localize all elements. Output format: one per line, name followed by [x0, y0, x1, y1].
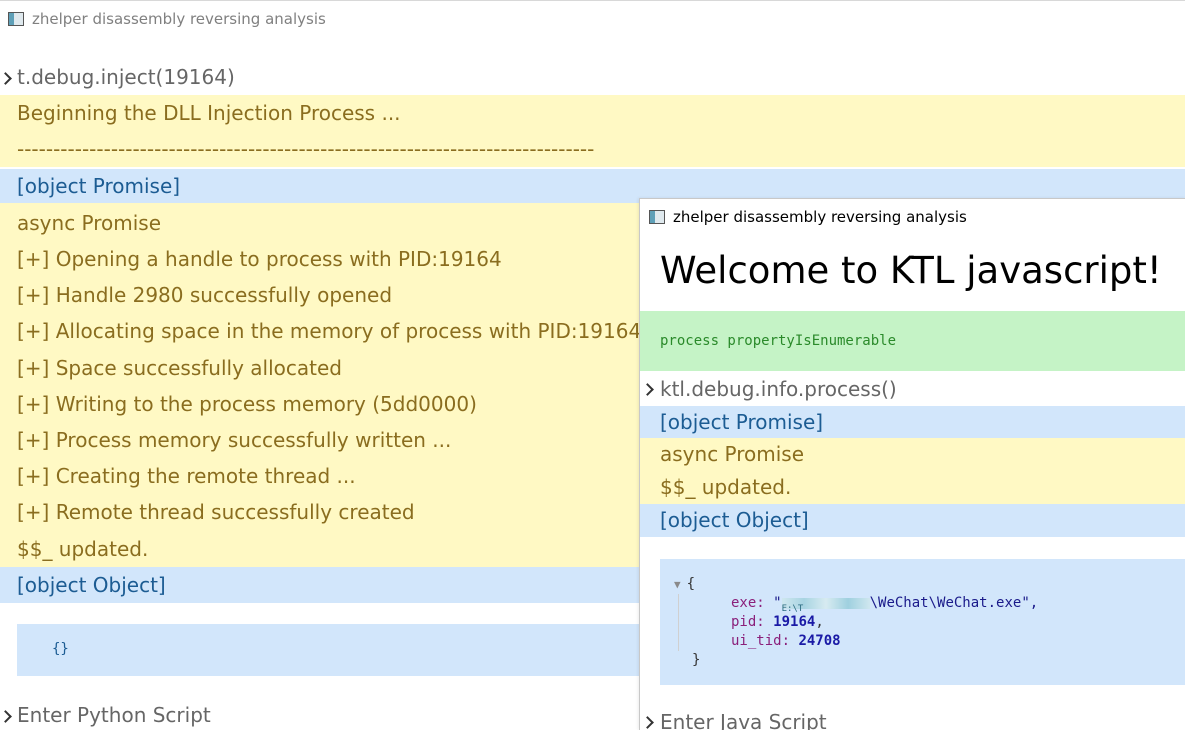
- redacted-text: E:\T: [781, 603, 804, 614]
- log-line: [+] Creating the remote thread ...: [17, 464, 356, 488]
- json-result: ▼{ exe: "E:\T \WeChat\WeChat.exe", pid: 1…: [660, 559, 1185, 685]
- injection-header-output: Beginning the DLL Injection Process ... …: [0, 95, 1185, 167]
- output-divider: ----------------------------------------…: [17, 137, 595, 161]
- log-line: async Promise: [17, 211, 162, 235]
- redacted-path: E:\T: [781, 597, 870, 614]
- prompt-chevron-icon: [641, 383, 654, 396]
- json-pid-line: pid: 19164,: [731, 613, 1038, 632]
- json-tid-line: ui_tid: 24708: [731, 632, 1038, 651]
- json-close-line: }: [674, 651, 1038, 670]
- properties-text: process propertyIsEnumerable: [660, 333, 897, 349]
- json-comma: ,: [815, 614, 824, 630]
- command-line: ktl.debug.info.process(): [640, 374, 1185, 404]
- log-line: [+] Process memory successfully written …: [17, 428, 452, 452]
- command-text[interactable]: t.debug.inject(19164): [17, 65, 235, 89]
- result-text: {}: [52, 641, 69, 657]
- object-text: [object Object]: [17, 573, 166, 597]
- window-titlebar: zhelper disassembly reversing analysis: [649, 208, 1185, 226]
- prompt-chevron-icon: [641, 716, 654, 729]
- json-number-value: 19164: [773, 614, 816, 630]
- json-string-value: \WeChat\WeChat.exe: [869, 595, 1022, 611]
- log-line: [+] Allocating space in the memory of pr…: [17, 319, 642, 343]
- app-icon: [649, 210, 665, 224]
- log-line: [+] Handle 2980 successfully opened: [17, 283, 393, 307]
- log-line: $$_ updated.: [17, 537, 149, 561]
- properties-output: process propertyIsEnumerable: [640, 311, 1185, 371]
- command-line: t.debug.inject(19164): [0, 63, 1185, 93]
- log-line: [+] Writing to the process memory (5dd00…: [17, 392, 477, 416]
- json-brace: {: [686, 576, 696, 592]
- log-line: $$_ updated.: [660, 475, 792, 499]
- javascript-input[interactable]: Enter Java Script: [640, 707, 1185, 730]
- json-key: exe:: [731, 595, 765, 611]
- promise-text: [object Promise]: [17, 174, 181, 198]
- log-line: async Promise: [660, 442, 805, 466]
- log-line: [+] Remote thread successfully created: [17, 500, 415, 524]
- json-open-line: ▼{: [674, 575, 1038, 594]
- window-titlebar: zhelper disassembly reversing analysis: [8, 10, 1185, 28]
- python-input-placeholder[interactable]: Enter Python Script: [17, 703, 211, 727]
- json-number-value: 24708: [798, 633, 841, 649]
- app-icon: [8, 12, 24, 26]
- prompt-chevron-icon: [0, 72, 12, 85]
- promise-text: [object Promise]: [660, 410, 824, 434]
- object-output: [object Object]: [640, 504, 1185, 537]
- json-quote: ": [773, 595, 782, 611]
- welcome-heading: Welcome to KTL javascript!: [660, 249, 1162, 292]
- json-exe-line: exe: "E:\T \WeChat\WeChat.exe",: [731, 594, 1039, 614]
- log-line: [+] Space successfully allocated: [17, 356, 342, 380]
- json-body: exe: "E:\T \WeChat\WeChat.exe", pid: 1916…: [678, 594, 1038, 651]
- prompt-chevron-icon: [0, 710, 12, 723]
- javascript-input-placeholder[interactable]: Enter Java Script: [660, 710, 827, 730]
- command-text[interactable]: ktl.debug.info.process(): [660, 377, 897, 401]
- async-output: async Promise $$_ updated.: [640, 438, 1185, 504]
- window-title: zhelper disassembly reversing analysis: [32, 10, 326, 28]
- json-brace: }: [692, 652, 701, 668]
- expand-triangle-icon[interactable]: ▼: [674, 578, 681, 591]
- json-key: pid:: [731, 614, 765, 630]
- promise-output: [object Promise]: [640, 406, 1185, 438]
- output-line: Beginning the DLL Injection Process ...: [17, 101, 401, 125]
- object-text: [object Object]: [660, 508, 809, 532]
- log-line: [+] Opening a handle to process with PID…: [17, 247, 502, 271]
- json-quote: ",: [1021, 595, 1039, 611]
- window-title: zhelper disassembly reversing analysis: [673, 208, 967, 226]
- javascript-console-window: zhelper disassembly reversing analysis W…: [639, 198, 1185, 730]
- json-key: ui_tid:: [731, 633, 791, 649]
